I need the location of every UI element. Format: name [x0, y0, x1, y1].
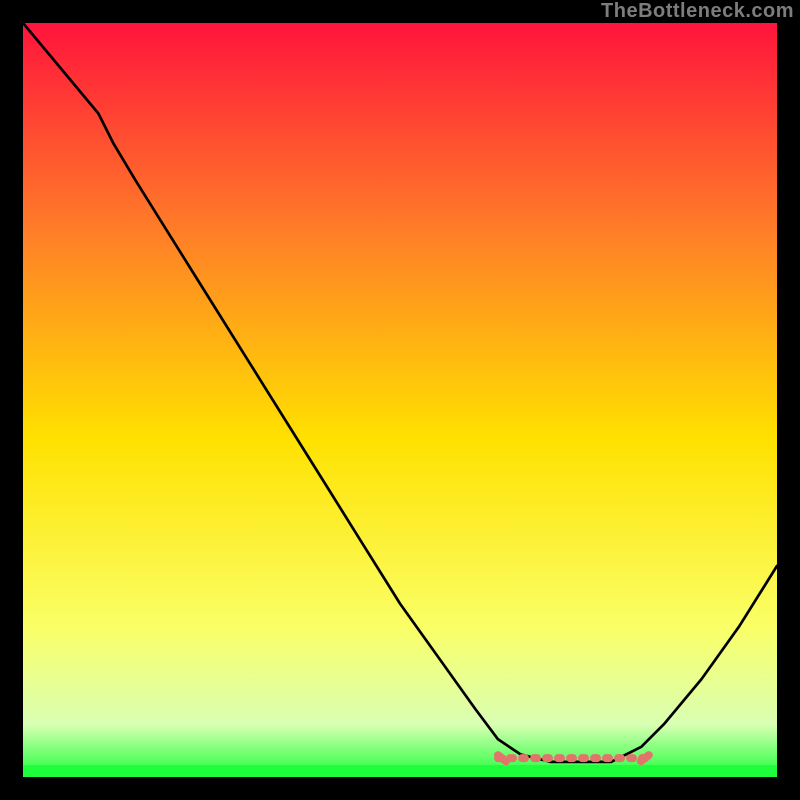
bottleneck-chart [23, 23, 777, 777]
chart-frame: TheBottleneck.com [0, 0, 800, 800]
optimal-range-cap-right [641, 755, 649, 761]
plot-area [23, 23, 777, 777]
bottom-band [23, 765, 777, 777]
watermark-text: TheBottleneck.com [601, 0, 794, 23]
optimal-range-cap-left [498, 755, 506, 761]
gradient-background [23, 23, 777, 777]
